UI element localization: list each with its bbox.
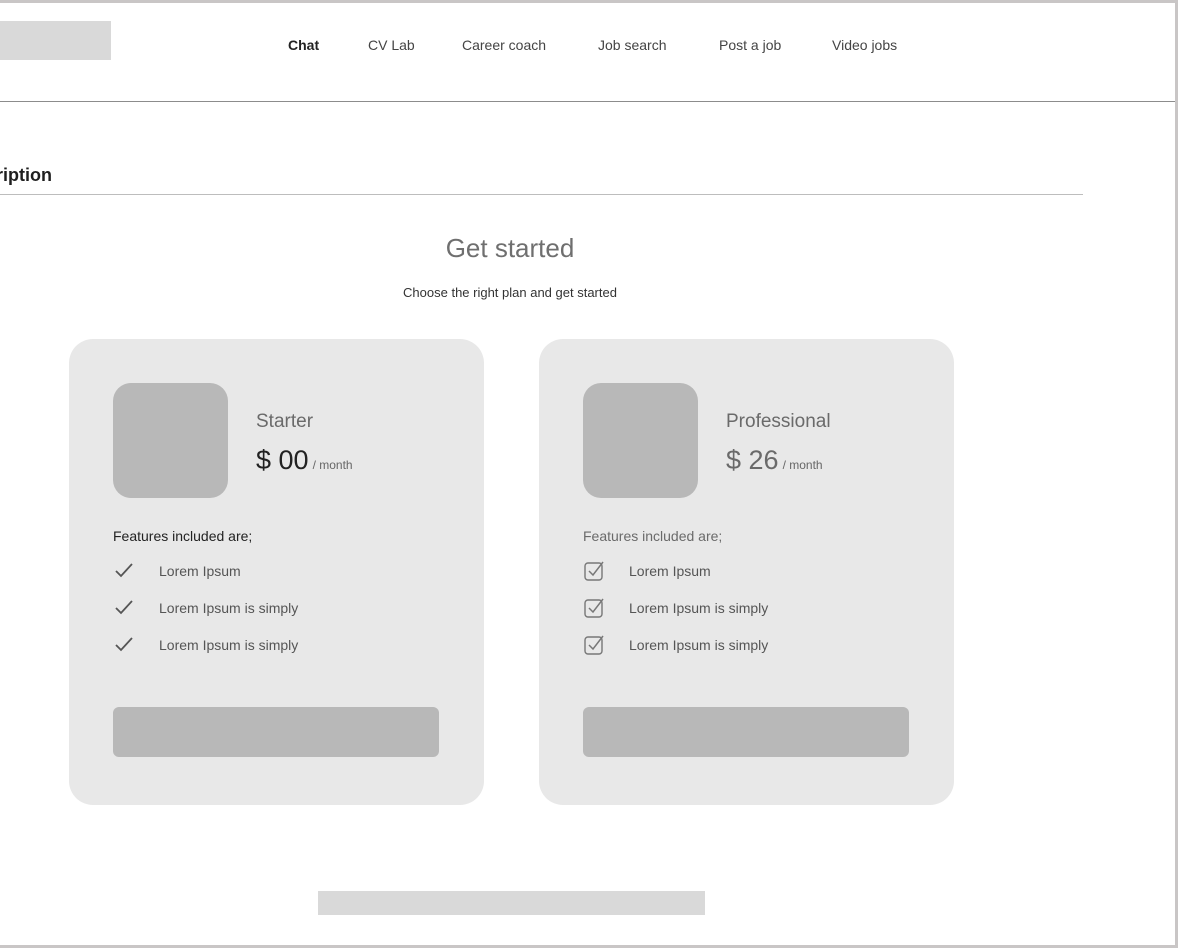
checkbox-checked-icon [584, 635, 604, 655]
check-icon [115, 563, 133, 578]
checkbox-checked-icon [584, 598, 604, 618]
nav-item-cv-lab[interactable]: CV Lab [368, 37, 415, 53]
plan-name: Starter [256, 411, 314, 432]
top-nav: Chat CV Lab Career coach Job search Post… [0, 37, 1178, 57]
plan-price: $ 26/ month [726, 445, 823, 476]
price-amount: $ 00 [256, 445, 309, 475]
nav-item-post-a-job[interactable]: Post a job [719, 37, 781, 53]
feature-text: Lorem Ipsum [629, 563, 711, 579]
price-period: / month [312, 458, 353, 472]
features-heading: Features included are; [113, 528, 253, 544]
nav-item-job-search[interactable]: Job search [598, 37, 666, 53]
nav-item-chat[interactable]: Chat [288, 37, 319, 53]
plan-name: Professional [726, 411, 831, 432]
price-period: / month [782, 458, 823, 472]
plan-image-placeholder [583, 383, 698, 498]
section-divider [0, 194, 1083, 195]
nav-item-career-coach[interactable]: Career coach [462, 37, 546, 53]
price-amount: $ 26 [726, 445, 779, 475]
select-plan-button[interactable] [113, 707, 439, 757]
checkbox-checked-icon [584, 561, 604, 581]
hero-subtitle: Choose the right plan and get started [403, 285, 617, 300]
nav-item-video-jobs[interactable]: Video jobs [832, 37, 897, 53]
check-icon [115, 637, 133, 652]
feature-text: Lorem Ipsum is simply [629, 600, 769, 616]
feature-text: Lorem Ipsum is simply [629, 637, 769, 653]
footer-placeholder [318, 891, 705, 915]
feature-text: Lorem Ipsum is simply [159, 600, 299, 616]
plan-card-professional: Professional $ 26/ month Features includ… [539, 339, 954, 805]
plan-price: $ 00/ month [256, 445, 353, 476]
feature-text: Lorem Ipsum [159, 563, 241, 579]
feature-text: Lorem Ipsum is simply [159, 637, 299, 653]
features-heading: Features included are; [583, 528, 723, 544]
hero-title: Get started [445, 233, 575, 263]
plan-image-placeholder [113, 383, 228, 498]
page-title: ription [0, 165, 52, 185]
plan-card-starter: Starter $ 00/ month Features included ar… [69, 339, 484, 805]
header-divider [0, 101, 1175, 102]
check-icon [115, 600, 133, 615]
select-plan-button[interactable] [583, 707, 909, 757]
